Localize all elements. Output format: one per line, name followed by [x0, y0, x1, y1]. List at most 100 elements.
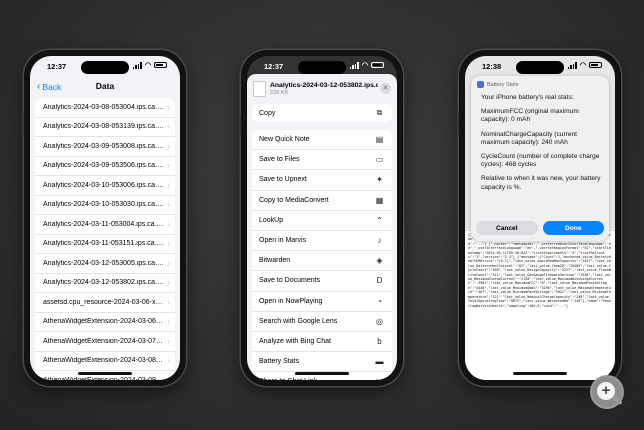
chevron-right-icon: ›	[167, 102, 170, 112]
phone-share-sheet: 12:37 ◠ Analytics-2024-03-12-053802.ips.…	[239, 50, 403, 386]
file-size: 228 KB	[270, 90, 289, 96]
chevron-right-icon: ›	[167, 356, 170, 366]
chevron-right-icon: ›	[167, 122, 170, 132]
file-name: Analytics-2024-03-09-053506.ips.ca.synce…	[43, 162, 165, 170]
action-bitwarden[interactable]: Bitwarden ◈	[252, 251, 392, 272]
action-battery-stats[interactable]: Battery Stats ▬	[252, 352, 392, 373]
action-open-in-marvis[interactable]: Open in Marvis ♪	[252, 231, 392, 252]
file-row[interactable]: AthenaWidgetExtension-2024-03-07-xxx.ips…	[35, 332, 175, 352]
stat-relative-capacity: Relative to when it was new, your batter…	[481, 175, 601, 191]
file-name: Analytics-2024-03-11-053151.ips.ca.synce…	[43, 240, 164, 248]
status-time: 12:38	[482, 62, 502, 71]
file-name: assetsd.cpu_resource-2024-03-06-xxx.ips	[43, 298, 165, 306]
close-icon: ✕	[382, 85, 389, 92]
action-save-to-files[interactable]: Save to Files ▭	[252, 150, 392, 171]
file-row[interactable]: Analytics-2024-03-08-053004.ips.ca.synce…	[35, 98, 175, 118]
action-lookup[interactable]: LookUp ⌃	[252, 211, 392, 231]
chevron-right-icon: ›	[167, 161, 170, 171]
battery-status-icon	[154, 61, 167, 69]
action-new-quick-note[interactable]: New Quick Note ▤	[252, 130, 392, 151]
action-label: Search with Google Lens	[259, 317, 338, 325]
action-analyze-with-bing-chat[interactable]: Analyze with Bing Chat b	[252, 332, 392, 353]
chevron-right-icon: ›	[167, 180, 170, 190]
bing-chat-icon: b	[377, 336, 382, 346]
cancel-button[interactable]: Cancel	[476, 221, 538, 235]
chevron-right-icon: ›	[167, 278, 170, 288]
file-name: Analytics-2024-03-12-053802.ips.ca.synce…	[43, 279, 165, 287]
document-icon	[253, 81, 266, 97]
status-icons: ◠	[349, 61, 384, 69]
action-search-with-google-lens[interactable]: Search with Google Lens ◎	[252, 312, 392, 332]
action-label: New Quick Note	[259, 136, 310, 144]
action-label: Open in NowPlaying	[259, 297, 323, 305]
chevron-right-icon: ›	[167, 336, 170, 346]
action-list: New Quick Note ▤ Save to Files ▭ Save to Upn…	[252, 130, 392, 380]
status-icons: ◠	[132, 61, 167, 69]
file-name: Analytics-2024-03-08-053139.ips.ca.synce…	[43, 123, 165, 131]
file-row[interactable]: AthenaWidgetExtension-2024-03-06-xxx.ips…	[35, 313, 175, 332]
action-label: Open in Marvis	[259, 237, 307, 245]
file-row[interactable]: Analytics-2024-03-09-053008.ips.ca.synce…	[35, 137, 175, 157]
dialog-header: Battery Stats	[477, 81, 519, 88]
wifi-icon: ◠	[361, 62, 368, 69]
magnifier-handle	[612, 394, 623, 406]
wifi-icon: ◠	[144, 62, 151, 69]
battery-icon: ▬	[375, 357, 384, 367]
file-name: Analytics-2024-03-12-053802.ips.ca.synce…	[270, 82, 378, 89]
signal-icon	[567, 61, 577, 69]
copy-label: Copy	[259, 109, 276, 117]
action-save-to-documents[interactable]: Save to Documents D	[252, 271, 392, 292]
share-header: Analytics-2024-03-12-053802.ips.ca.synce…	[247, 74, 397, 104]
action-label: Battery Stats	[259, 358, 300, 366]
action-open-in-nowplaying[interactable]: Open in NowPlaying ◔	[252, 292, 392, 312]
chevron-right-icon: ›	[167, 239, 170, 249]
share-sheet: Analytics-2024-03-12-053802.ips.ca.synce…	[247, 74, 397, 380]
phone-files: 12:37 ◠ ‹ Back Data Analytics-2024-03-08…	[22, 50, 186, 386]
action-save-to-upnext[interactable]: Save to Upnext ✦	[252, 170, 392, 191]
file-row[interactable]: Analytics-2024-03-09-053506.ips.ca.synce…	[35, 157, 175, 176]
file-name: Analytics-2024-03-10-053006.ips.ca.synce…	[43, 181, 165, 189]
copy-action[interactable]: Copy ⧉	[252, 104, 392, 122]
done-button[interactable]: Done	[542, 221, 604, 235]
file-name: Analytics-2024-03-12-053005.ips.ca.synce…	[43, 259, 165, 267]
bitwarden-icon: ◈	[376, 256, 383, 266]
file-name: Analytics-2024-03-11-053004.ips.ca.synce…	[43, 220, 164, 228]
file-row[interactable]: Analytics-2024-03-11-053151.ips.ca.synce…	[35, 235, 175, 254]
file-row[interactable]: Analytics-2024-03-12-053005.ips.ca.synce…	[35, 254, 175, 274]
chevron-right-icon: ›	[167, 141, 170, 151]
stat-maximum-fcc: MaximumFCC (original maximum capacity): …	[481, 108, 579, 124]
file-name: Analytics-2024-03-09-053008.ips.ca.synce…	[43, 142, 165, 150]
marvis-icon: ♪	[377, 236, 382, 246]
chevron-right-icon: ›	[167, 200, 170, 210]
zoom-button[interactable]: +	[592, 377, 623, 407]
status-time: 12:37	[264, 62, 284, 71]
file-row[interactable]: AthenaWidgetExtension-2024-03-08-xxx.ips…	[35, 352, 175, 371]
action-label: Copy to MediaConvert	[259, 196, 329, 204]
share-screen: 12:37 ◠ Analytics-2024-03-12-053802.ips.…	[247, 56, 397, 380]
file-row[interactable]: Analytics-2024-03-12-053802.ips.ca.synce…	[35, 274, 175, 293]
file-row[interactable]: assetsd.cpu_resource-2024-03-06-xxx.ips ›	[35, 293, 175, 313]
signal-icon	[349, 61, 359, 69]
home-indicator	[78, 372, 132, 375]
stat-nominal-charge-capacity: NominalChargeCapacity (current maximum c…	[481, 130, 578, 146]
action-copy-to-mediaconvert[interactable]: Copy to MediaConvert ▦	[252, 191, 392, 211]
chevron-right-icon: ›	[167, 297, 170, 307]
file-row[interactable]: Analytics-2024-03-11-053004.ips.ca.synce…	[35, 215, 175, 235]
chevron-right-icon: ›	[167, 219, 170, 229]
file-row[interactable]: Analytics-2024-03-10-053030.ips.ca.synce…	[35, 196, 175, 215]
file-row[interactable]: Analytics-2024-03-08-053139.ips.ca.synce…	[35, 118, 175, 137]
phone-battery-stats: 12:38 ◠ {"bug_type":"211","timestamp":"2…	[457, 50, 621, 386]
action-label: Share to Chat Link	[259, 378, 317, 380]
stat-cycle-count: CycleCount (number of complete charge cy…	[481, 153, 600, 169]
battery-stats-dialog: Battery Stats Your iPhone battery's real…	[471, 76, 609, 241]
action-label: LookUp	[259, 216, 284, 224]
google-lens-icon: ◎	[376, 316, 383, 326]
wifi-icon: ◠	[579, 62, 586, 69]
page-title: Data	[95, 81, 115, 91]
close-button[interactable]: ✕	[380, 83, 391, 94]
file-row[interactable]: Analytics-2024-03-10-053006.ips.ca.synce…	[35, 176, 175, 196]
file-name: AthenaWidgetExtension-2024-03-07-xxx.ips	[43, 337, 165, 345]
quick-note-icon: ▤	[375, 135, 384, 145]
nav-bar: ‹ Back Data	[30, 78, 180, 98]
chevron-right-icon: ›	[167, 376, 170, 380]
